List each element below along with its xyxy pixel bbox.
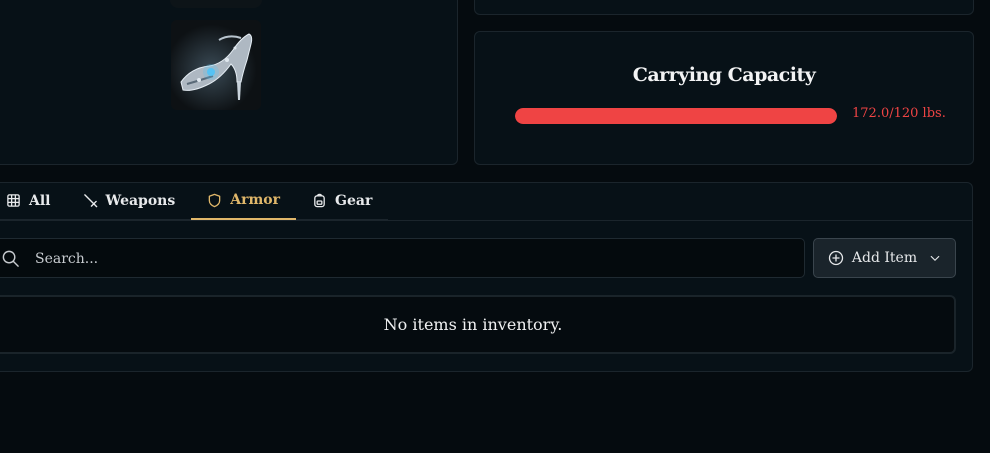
search-input[interactable] bbox=[33, 239, 777, 279]
chevron-down-icon bbox=[930, 255, 940, 261]
grid-icon bbox=[7, 194, 20, 207]
add-item-label: Add Item bbox=[851, 250, 918, 266]
tab-gear-label: Gear bbox=[335, 192, 373, 209]
carrying-capacity-bar bbox=[515, 108, 837, 124]
tab-weapons[interactable]: Weapons bbox=[66, 182, 192, 220]
tab-all-label: All bbox=[29, 192, 51, 209]
glass-heel-image bbox=[171, 20, 261, 110]
carrying-capacity-bar-fill bbox=[515, 108, 837, 124]
carrying-capacity-title: Carrying Capacity bbox=[632, 64, 816, 86]
carrying-capacity-panel bbox=[474, 31, 974, 165]
inventory-tabs: All Weapons Armor Gear bbox=[0, 182, 389, 221]
item-thumbnail[interactable] bbox=[170, 0, 262, 8]
sword-icon bbox=[83, 194, 97, 208]
search-field[interactable] bbox=[0, 238, 805, 279]
tab-armor[interactable]: Armor bbox=[191, 182, 297, 220]
empty-inventory-message: No items in inventory. bbox=[383, 315, 563, 334]
backpack-icon bbox=[314, 193, 325, 208]
tab-weapons-label: Weapons bbox=[105, 192, 176, 209]
shield-icon bbox=[208, 193, 221, 207]
add-item-button[interactable]: Add Item bbox=[813, 238, 956, 278]
tab-gear[interactable]: Gear bbox=[296, 182, 389, 220]
carrying-capacity-label: 172.0/120 lbs. bbox=[852, 106, 946, 121]
item-thumbnail-glass-heel[interactable] bbox=[171, 20, 261, 110]
plus-circle-icon bbox=[828, 250, 844, 266]
tab-all[interactable]: All bbox=[0, 182, 67, 220]
search-icon bbox=[2, 250, 19, 267]
tab-armor-label: Armor bbox=[230, 192, 281, 208]
stats-panel bbox=[474, 0, 974, 15]
